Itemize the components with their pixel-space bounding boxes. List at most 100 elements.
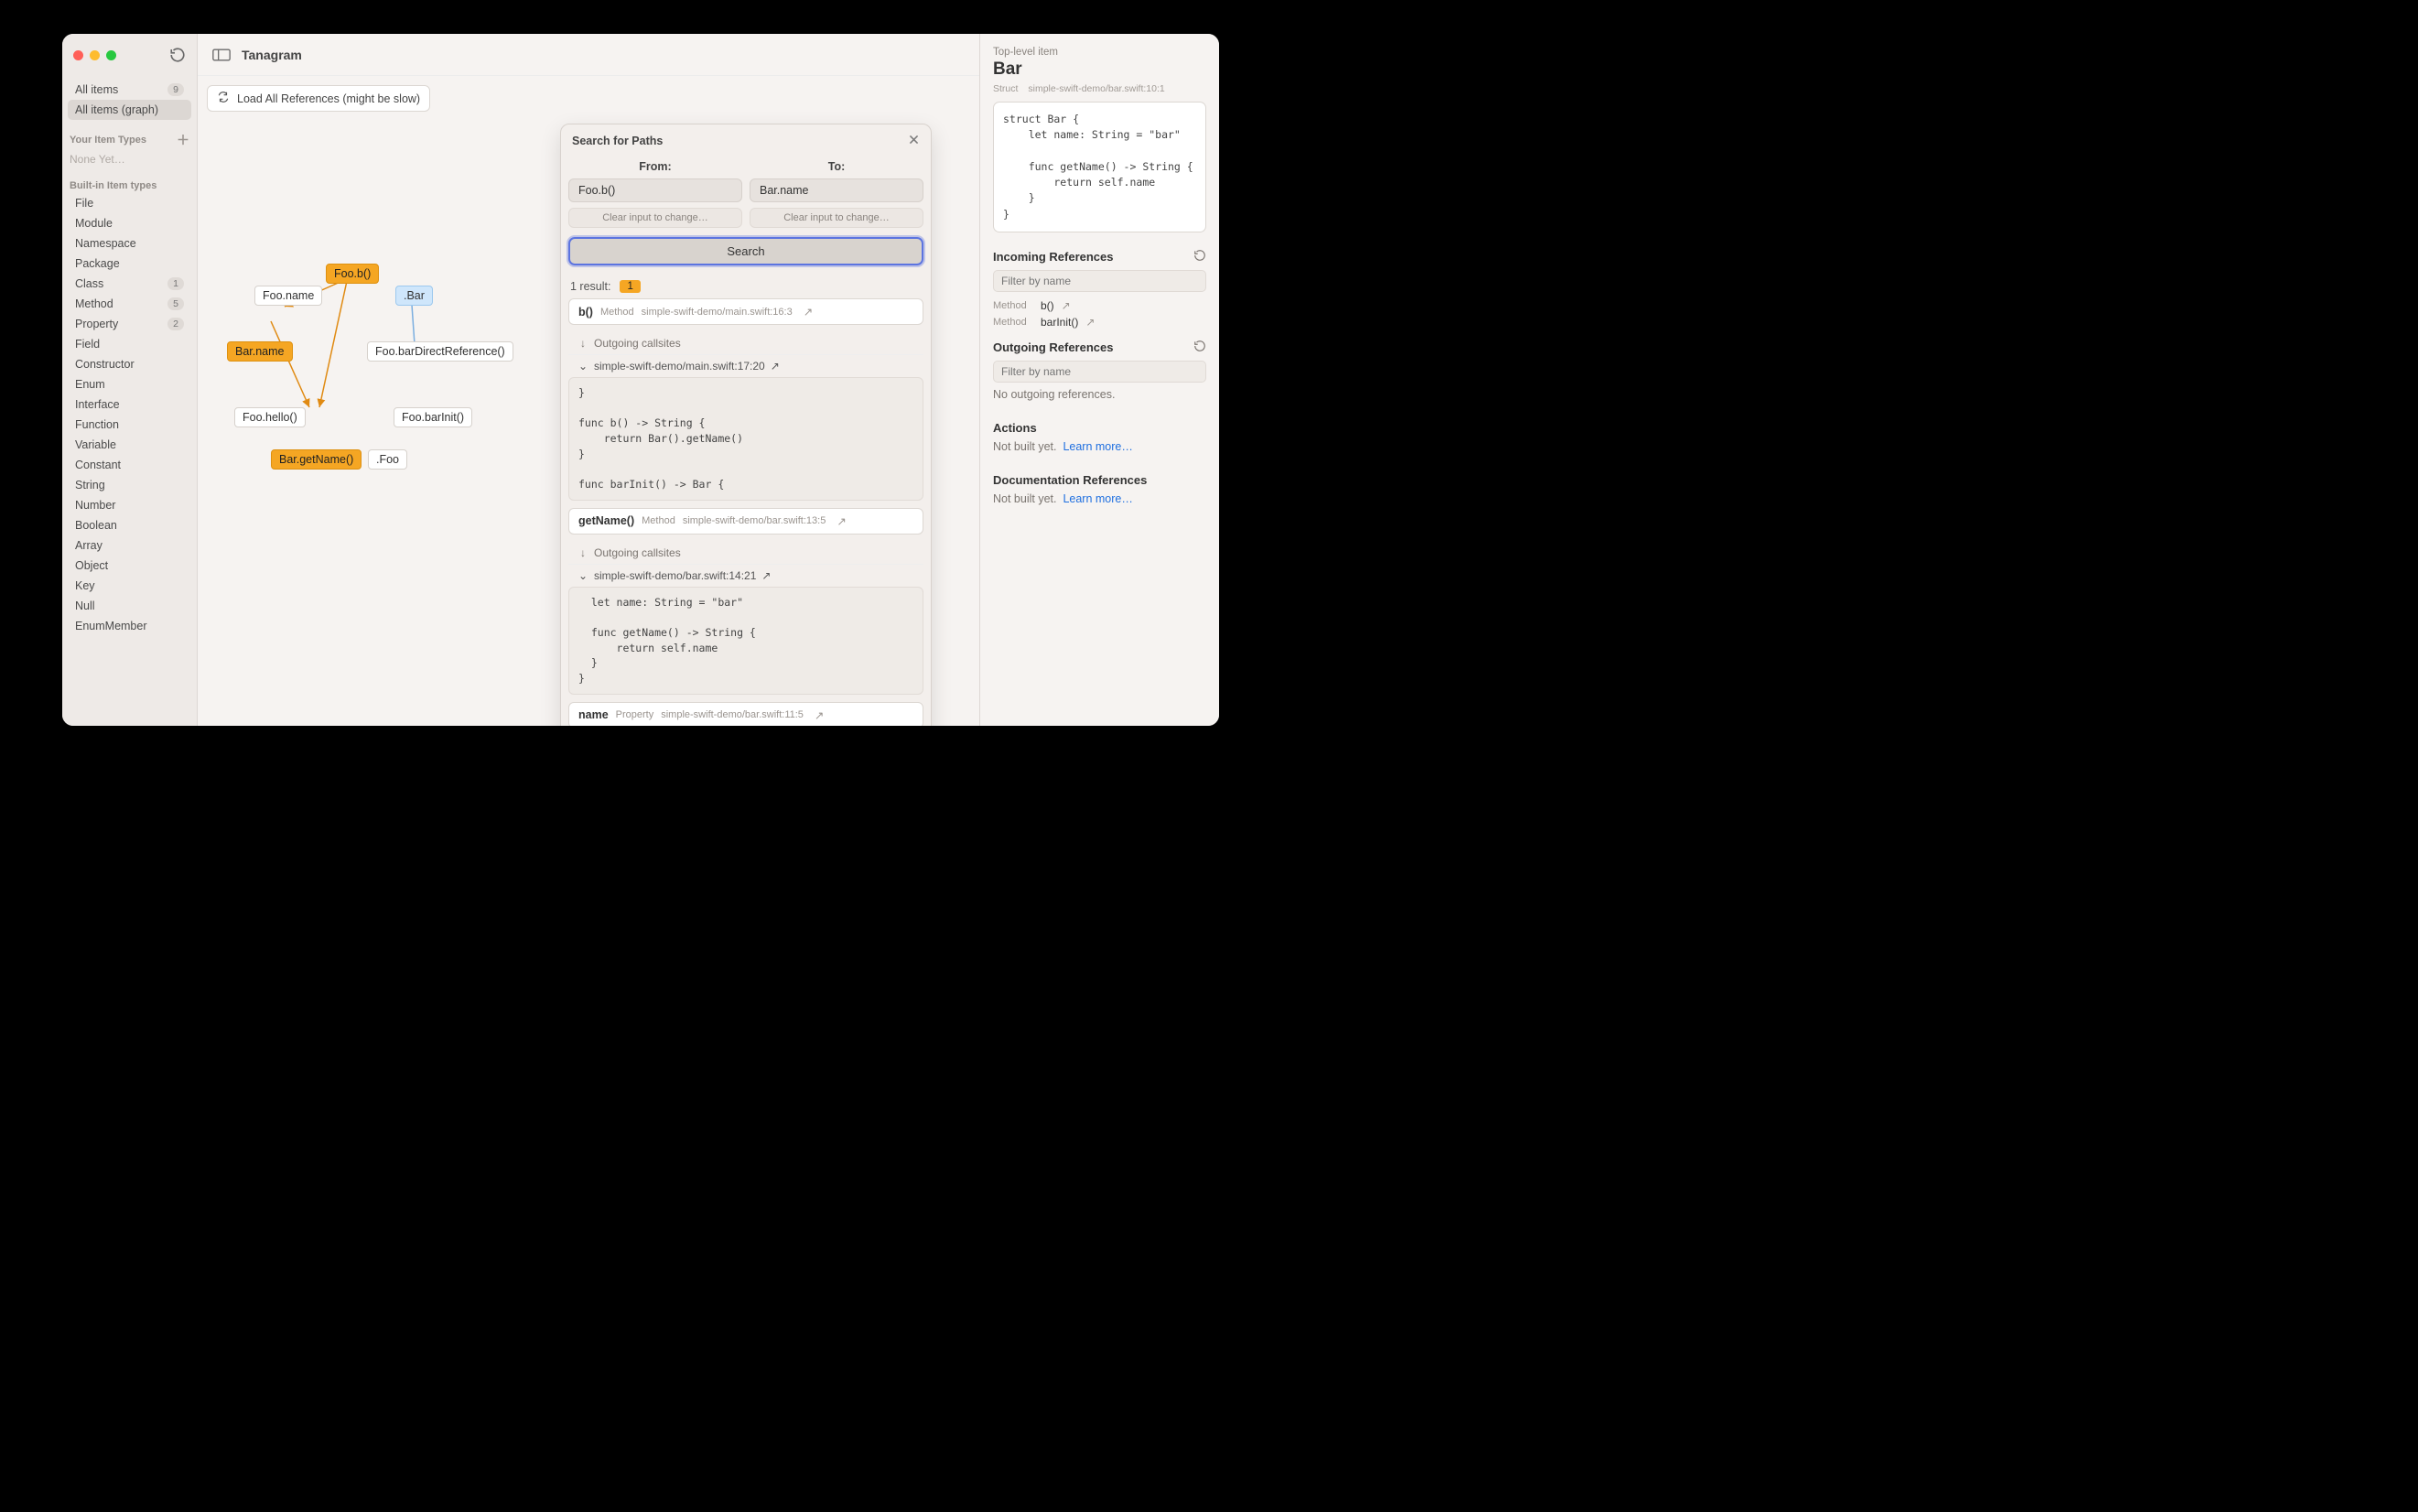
to-hint: Clear input to change… — [750, 208, 923, 228]
sidebar-item-array[interactable]: Array — [68, 535, 191, 555]
docs-learn-more-link[interactable]: Learn more… — [1063, 492, 1132, 505]
to-input[interactable]: Bar.name — [750, 178, 923, 202]
app-title: Tanagram — [242, 48, 302, 62]
graph-node-foo-hello[interactable]: Foo.hello() — [234, 407, 306, 427]
sidebar-item-object[interactable]: Object — [68, 556, 191, 575]
code-snippet: } func b() -> String { return Bar().getN… — [568, 377, 923, 501]
graph-node-foo-name[interactable]: Foo.name — [254, 286, 322, 306]
toggle-sidebar-button[interactable] — [212, 48, 231, 62]
incoming-ref[interactable]: MethodbarInit()↗ — [993, 314, 1206, 330]
sidebar-item-label: Object — [75, 559, 108, 572]
jump-icon[interactable]: ↗ — [1062, 299, 1071, 312]
sidebar-item-label: Null — [75, 599, 95, 612]
sidebar-item-label: Variable — [75, 438, 116, 451]
window-titlebar — [62, 34, 197, 76]
sidebar-item-number[interactable]: Number — [68, 495, 191, 514]
outgoing-empty: No outgoing references. — [993, 388, 1206, 401]
results-header: 1 result: 1 — [561, 275, 931, 298]
sidebar-item-function[interactable]: Function — [68, 415, 191, 434]
sidebar-item-class[interactable]: Class1 — [68, 274, 191, 293]
graph-node-foo-b[interactable]: Foo.b() — [326, 264, 379, 284]
jump-icon[interactable]: ↗ — [815, 708, 824, 722]
outgoing-filter-input[interactable] — [993, 361, 1206, 383]
close-search-panel-button[interactable] — [908, 134, 920, 148]
graph-canvas[interactable]: Load All References (might be slow) Foo.… — [198, 76, 979, 726]
sidebar-your-types-empty: None Yet… — [62, 151, 197, 173]
result-b[interactable]: b() Method simple-swift-demo/main.swift:… — [568, 298, 923, 325]
sidebar-item-boolean[interactable]: Boolean — [68, 515, 191, 535]
graph-node-foo[interactable]: .Foo — [368, 449, 407, 470]
refresh-incoming-button[interactable] — [1193, 249, 1206, 265]
file-location-toggle[interactable]: ⌄ simple-swift-demo/bar.swift:14:21 ↗ — [568, 564, 923, 587]
sidebar-item-label: EnumMember — [75, 620, 147, 632]
incoming-references-list: Methodb()↗MethodbarInit()↗ — [993, 297, 1206, 330]
sidebar-item-key[interactable]: Key — [68, 576, 191, 595]
inspector-meta: Struct simple-swift-demo/bar.swift:10:1 — [993, 83, 1206, 94]
sidebar-item-enummember[interactable]: EnumMember — [68, 616, 191, 635]
minimize-window-button[interactable] — [90, 50, 100, 60]
graph-node-bar[interactable]: .Bar — [395, 286, 433, 306]
sidebar-item-label: Method — [75, 297, 113, 310]
graph-node-foo-bar-direct-ref[interactable]: Foo.barDirectReference() — [367, 341, 513, 362]
result-name[interactable]: name Property simple-swift-demo/bar.swif… — [568, 702, 923, 726]
results-count-badge: 1 — [620, 280, 640, 293]
jump-icon[interactable]: ↗ — [1085, 316, 1095, 329]
incoming-filter-input[interactable] — [993, 270, 1206, 292]
inspector-title: Bar — [993, 59, 1206, 80]
inspector-code: struct Bar { let name: String = "bar" fu… — [993, 102, 1206, 232]
incoming-ref[interactable]: Methodb()↗ — [993, 297, 1206, 314]
sidebar-item-package[interactable]: Package — [68, 254, 191, 273]
sidebar-item-count: 2 — [167, 318, 184, 330]
sidebar-item-label: Array — [75, 539, 103, 552]
outgoing-callsites-label: ↓ Outgoing callsites — [568, 332, 923, 354]
actions-learn-more-link[interactable]: Learn more… — [1063, 440, 1132, 453]
sidebar-heading-builtin: Built-in Item types — [62, 173, 197, 193]
sidebar-item-method[interactable]: Method5 — [68, 294, 191, 313]
inspector-panel: Top-level item Bar Struct simple-swift-d… — [979, 34, 1219, 726]
arrow-down-icon: ↓ — [578, 546, 588, 559]
sidebar-item-string[interactable]: String — [68, 475, 191, 494]
inspector-top-label: Top-level item — [993, 47, 1206, 58]
file-location-toggle[interactable]: ⌄ simple-swift-demo/main.swift:17:20 ↗ — [568, 354, 923, 377]
sidebar-views: All items 9 All items (graph) — [62, 76, 197, 124]
sidebar-item-count: 1 — [167, 277, 184, 290]
sidebar-item-module[interactable]: Module — [68, 213, 191, 232]
graph-node-bar-getname[interactable]: Bar.getName() — [271, 449, 362, 470]
sidebar-item-label: Constructor — [75, 358, 135, 371]
sidebar-item-file[interactable]: File — [68, 193, 191, 212]
jump-icon[interactable]: ↗ — [837, 514, 846, 528]
result-getname[interactable]: getName() Method simple-swift-demo/bar.s… — [568, 508, 923, 535]
main-area: Tanagram Load All References (might be s… — [198, 34, 979, 726]
sidebar-item-enum[interactable]: Enum — [68, 374, 191, 394]
refresh-outgoing-button[interactable] — [1193, 340, 1206, 355]
incoming-references-header: Incoming References — [993, 249, 1206, 265]
sidebar-item-namespace[interactable]: Namespace — [68, 233, 191, 253]
sidebar-item-variable[interactable]: Variable — [68, 435, 191, 454]
sidebar-item-null[interactable]: Null — [68, 596, 191, 615]
sidebar-item-field[interactable]: Field — [68, 334, 191, 353]
sidebar-item-all-items-graph[interactable]: All items (graph) — [68, 100, 191, 120]
zoom-window-button[interactable] — [106, 50, 116, 60]
add-type-button[interactable]: ＋ — [177, 131, 189, 149]
sidebar-item-all-items[interactable]: All items 9 — [68, 80, 191, 100]
from-input[interactable]: Foo.b() — [568, 178, 742, 202]
graph-node-foo-bar-init[interactable]: Foo.barInit() — [394, 407, 472, 427]
sidebar-item-constant[interactable]: Constant — [68, 455, 191, 474]
sidebar-item-label: Function — [75, 418, 119, 431]
sidebar-item-constructor[interactable]: Constructor — [68, 354, 191, 373]
to-label: To: — [750, 157, 923, 178]
sidebar-item-label: Interface — [75, 398, 120, 411]
search-button[interactable]: Search — [568, 237, 923, 265]
load-all-references-button[interactable]: Load All References (might be slow) — [207, 85, 430, 112]
sidebar-item-interface[interactable]: Interface — [68, 394, 191, 414]
jump-icon[interactable]: ↗ — [804, 305, 813, 319]
docs-header: Documentation References — [993, 473, 1206, 487]
reload-button[interactable] — [169, 47, 186, 63]
sidebar-item-label: Namespace — [75, 237, 136, 250]
close-window-button[interactable] — [73, 50, 83, 60]
jump-icon[interactable]: ↗ — [771, 360, 780, 373]
jump-icon[interactable]: ↗ — [761, 569, 771, 582]
refresh-icon — [217, 91, 230, 106]
graph-node-bar-name[interactable]: Bar.name — [227, 341, 293, 362]
sidebar-item-property[interactable]: Property2 — [68, 314, 191, 333]
